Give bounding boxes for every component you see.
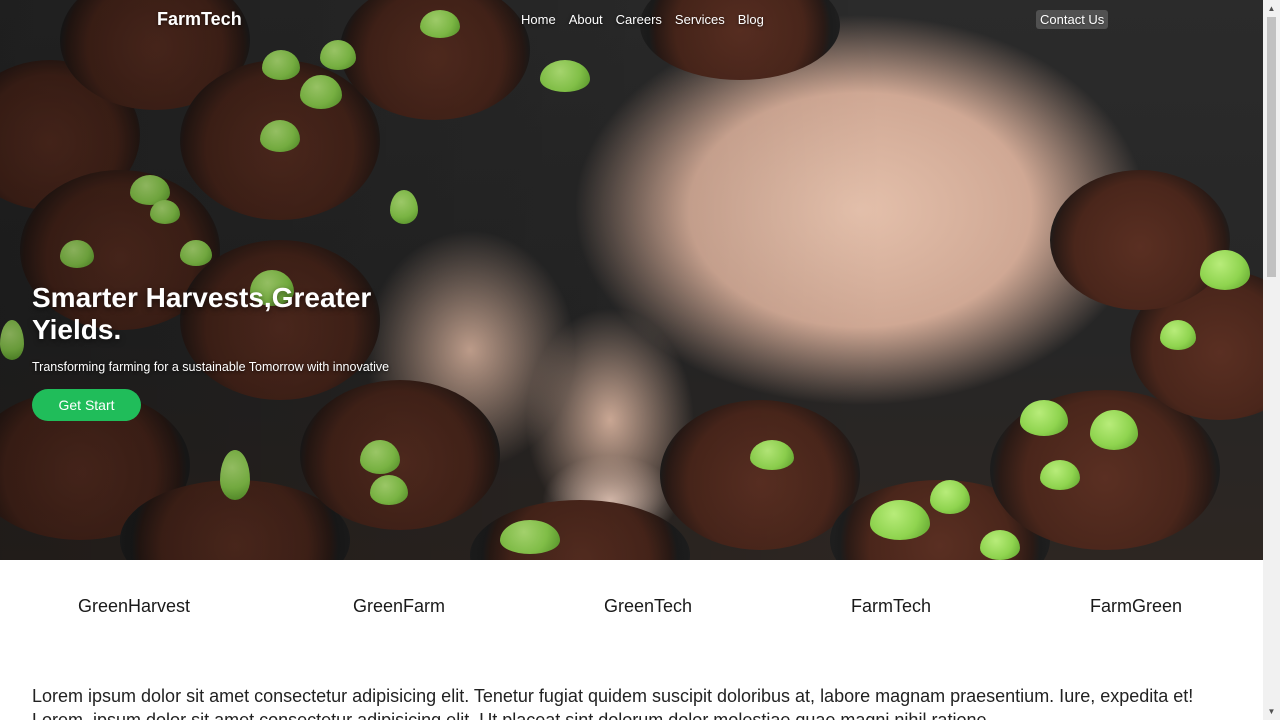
get-start-button[interactable]: Get Start [32, 389, 141, 421]
up-arrow-icon[interactable]: ▲ [1263, 0, 1280, 17]
hero-overlay [0, 0, 1263, 560]
hero-subtitle: Transforming farming for a sustainable T… [32, 360, 390, 374]
nav-link-about[interactable]: About [569, 12, 603, 27]
brand-farmtech: FarmTech [851, 596, 932, 616]
nav-link-services[interactable]: Services [675, 12, 725, 27]
nav-menu: Home About Careers Services Blog [521, 12, 777, 27]
page: FarmTech Home About Careers Services Blo… [0, 0, 1263, 720]
brand-logo[interactable]: FarmTech [157, 9, 242, 30]
scrollbar-thumb[interactable] [1267, 17, 1276, 277]
hero-banner [0, 0, 1263, 560]
brand-greenharvest: GreenHarvest [78, 596, 191, 616]
page-scrollbar[interactable]: ▲ ▼ [1263, 0, 1280, 720]
top-nav: FarmTech Home About Careers Services Blo… [0, 0, 1263, 42]
nav-link-careers[interactable]: Careers [616, 12, 662, 27]
brand-greenfarm: GreenFarm [353, 596, 446, 616]
nav-link-home[interactable]: Home [521, 12, 556, 27]
nav-link-blog[interactable]: Blog [738, 12, 764, 27]
contact-us-button[interactable]: Contact Us [1036, 10, 1109, 29]
brand-farmgreen: FarmGreen [1090, 596, 1183, 616]
hero-title: Smarter Harvests,Greater Yields. [32, 282, 372, 345]
intro-paragraph: Lorem ipsum dolor sit amet consectetur a… [32, 686, 1194, 720]
brand-greentech: GreenTech [604, 596, 693, 616]
down-arrow-icon[interactable]: ▼ [1263, 703, 1280, 720]
brand-strip: GreenHarvest GreenFarm GreenTech FarmTec… [0, 560, 1263, 660]
